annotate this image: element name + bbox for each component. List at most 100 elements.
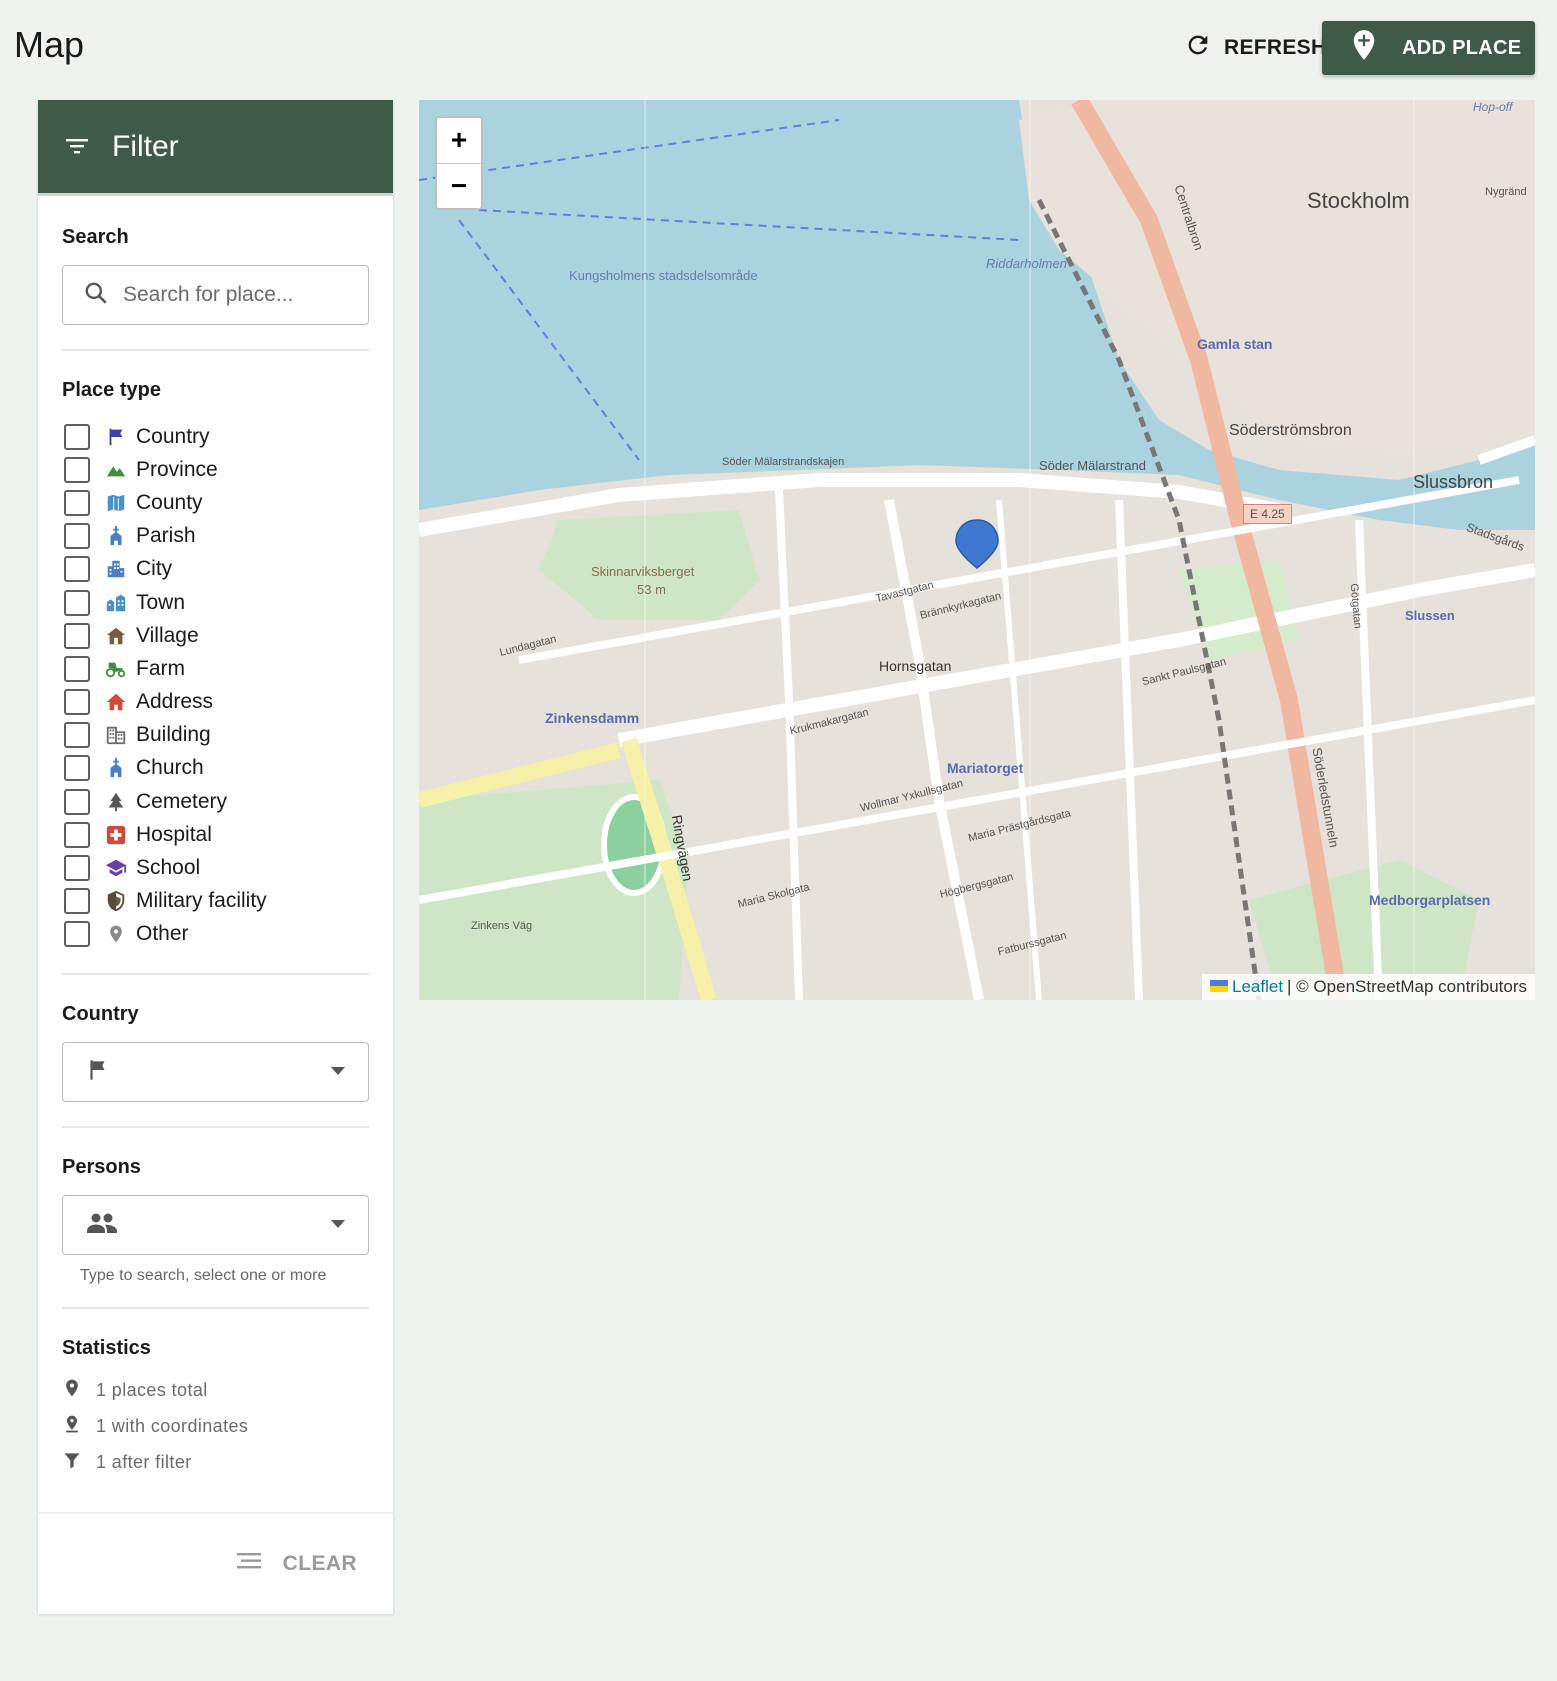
checkbox[interactable] xyxy=(64,456,90,483)
place-type-label: Address xyxy=(136,690,214,714)
place-type-label: City xyxy=(136,557,173,581)
map-tiles[interactable] xyxy=(419,100,1535,1000)
search-label: Search xyxy=(62,226,129,248)
school-icon xyxy=(104,856,128,880)
place-type-label: Military facility xyxy=(136,889,267,913)
checkbox[interactable] xyxy=(64,821,90,848)
add-place-label: ADD PLACE xyxy=(1402,36,1522,59)
house-icon xyxy=(104,624,128,648)
place-type-option-city[interactable]: City xyxy=(62,553,369,586)
stat-with-coordinates: 1 with coordinates xyxy=(62,1408,369,1444)
place-icon xyxy=(62,1377,82,1404)
place-type-option-address[interactable]: Address xyxy=(62,686,369,719)
place-type-option-building[interactable]: Building xyxy=(62,719,369,752)
people-icon xyxy=(85,1210,119,1241)
ukraine-flag-icon xyxy=(1210,977,1228,997)
place-type-label: Cemetery xyxy=(136,789,228,813)
osm-attribution: | © OpenStreetMap contributors xyxy=(1287,977,1527,996)
checkbox[interactable] xyxy=(64,855,90,882)
dropdown-arrow-icon xyxy=(330,1063,346,1081)
place-type-option-hospital[interactable]: Hospital xyxy=(62,818,369,851)
place-type-label: Country xyxy=(136,424,210,448)
church-icon xyxy=(104,756,128,780)
city-icon xyxy=(104,557,128,581)
place-type-label: Parish xyxy=(136,524,196,548)
clear-button[interactable]: CLEAR xyxy=(235,1551,357,1577)
place-type-option-parish[interactable]: Parish xyxy=(62,520,369,553)
place-type-option-military-facility[interactable]: Military facility xyxy=(62,885,369,918)
place-type-label: Farm xyxy=(136,656,185,680)
checkbox[interactable] xyxy=(64,423,90,450)
tree-icon xyxy=(104,790,128,814)
place-type-option-church[interactable]: Church xyxy=(62,752,369,785)
place-type-label: County xyxy=(136,490,203,514)
map-label-soderstromsbron: Söderströmsbron xyxy=(1229,422,1352,439)
persons-select[interactable] xyxy=(62,1195,369,1255)
checkbox[interactable] xyxy=(64,589,90,616)
country-select[interactable] xyxy=(62,1042,369,1102)
search-icon xyxy=(83,280,109,311)
checkbox[interactable] xyxy=(64,788,90,815)
map-label-mariatorget: Mariatorget xyxy=(947,760,1024,776)
checkbox[interactable] xyxy=(64,689,90,716)
place-type-option-cemetery[interactable]: Cemetery xyxy=(62,785,369,818)
checkbox[interactable] xyxy=(64,755,90,782)
checkbox[interactable] xyxy=(64,921,90,948)
checkbox[interactable] xyxy=(64,489,90,516)
place-type-option-village[interactable]: Village xyxy=(62,619,369,652)
map-label-elevation: 53 m xyxy=(637,582,666,597)
refresh-icon xyxy=(1184,31,1212,65)
map-label-zinkens-vag: Zinkens Väg xyxy=(471,920,533,932)
filter-list-icon xyxy=(64,130,90,164)
place-type-option-school[interactable]: School xyxy=(62,851,369,884)
place-type-option-town[interactable]: Town xyxy=(62,586,369,619)
checkbox[interactable] xyxy=(64,888,90,915)
filter-header: Filter xyxy=(38,100,393,196)
church-icon xyxy=(104,524,128,548)
search-field[interactable] xyxy=(62,265,369,325)
add-location-icon xyxy=(1350,29,1378,67)
persons-label: Persons xyxy=(62,1156,141,1178)
place-type-option-county[interactable]: County xyxy=(62,486,369,519)
leaflet-link[interactable]: Leaflet xyxy=(1232,977,1283,997)
map-view[interactable]: Stockholm Kungsholmens stadsdelsområde R… xyxy=(419,100,1535,1000)
checkbox[interactable] xyxy=(64,622,90,649)
checkbox[interactable] xyxy=(64,556,90,583)
dropdown-arrow-icon xyxy=(330,1216,346,1234)
zoom-out-button[interactable]: − xyxy=(437,164,481,209)
refresh-button[interactable]: REFRESH xyxy=(1184,28,1326,68)
place-type-label: Place type xyxy=(62,379,161,401)
place-type-option-other[interactable]: Other xyxy=(62,918,369,951)
persons-helper-text: Type to search, select one or more xyxy=(80,1267,327,1284)
place-type-label: Town xyxy=(136,590,186,614)
clear-label: CLEAR xyxy=(282,1552,357,1575)
tractor-icon xyxy=(104,657,128,681)
checkbox[interactable] xyxy=(64,722,90,749)
add-place-button[interactable]: ADD PLACE xyxy=(1322,21,1535,75)
map-label-soder-malarstrand: Söder Mälarstrand xyxy=(1039,458,1146,473)
flag-icon xyxy=(104,425,128,449)
checkbox[interactable] xyxy=(64,523,90,550)
search-input[interactable] xyxy=(123,283,353,307)
pin-icon xyxy=(104,922,128,946)
zoom-in-button[interactable]: + xyxy=(437,118,481,164)
town-icon xyxy=(104,591,128,615)
place-type-label: Village xyxy=(136,623,199,647)
place-type-label: Church xyxy=(136,756,204,780)
place-type-option-country[interactable]: Country xyxy=(62,420,369,453)
stat-places-total: 1 places total xyxy=(62,1372,369,1408)
mountain-icon xyxy=(104,458,128,482)
map-label-hornsgatan: Hornsgatan xyxy=(879,658,952,674)
funnel-icon xyxy=(62,1449,82,1476)
map-attribution: Leaflet | © OpenStreetMap contributors xyxy=(1202,974,1535,1000)
checkbox[interactable] xyxy=(64,655,90,682)
place-type-option-province[interactable]: Province xyxy=(62,453,369,486)
shield-icon xyxy=(104,889,128,913)
page-title: Map xyxy=(14,24,85,65)
place-type-option-farm[interactable]: Farm xyxy=(62,652,369,685)
map-label-stockholm: Stockholm xyxy=(1307,188,1410,213)
stat-after-filter: 1 after filter xyxy=(62,1444,369,1480)
map-icon xyxy=(104,491,128,515)
map-label-kungsholmen: Kungsholmens stadsdelsområde xyxy=(569,268,758,283)
pin-drop-icon xyxy=(62,1413,82,1440)
